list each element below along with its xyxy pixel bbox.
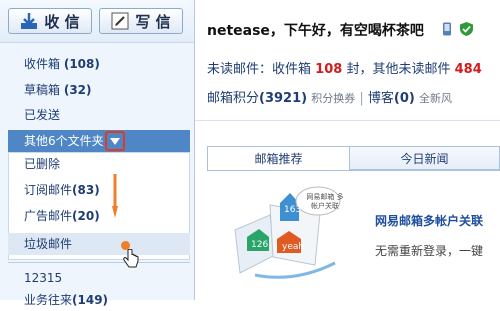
tab-news[interactable]: 今日新闻 — [350, 146, 500, 170]
score-value: (3921) — [259, 91, 308, 106]
main-panel: netease，下午好，有空喝杯茶吧 未读邮件：收件箱 108 封，其他未读邮件… — [195, 0, 500, 300]
triangle-down-icon — [110, 137, 120, 145]
folder-label: 广告邮件 — [24, 209, 73, 223]
promo-bubble-text: 网易邮箱 多帐户关联 — [306, 193, 344, 210]
folder-label: 收件箱 — [24, 57, 61, 71]
folder-deleted[interactable]: 已删除 — [8, 153, 190, 175]
score-summary: 邮箱积分(3921) 积分换券 | 博客(0) 全新风 — [207, 87, 452, 106]
promo-description: 无需重新登录，一键 — [375, 244, 484, 258]
folder-label: 已删除 — [24, 157, 61, 171]
other-folders-label: 其他6个文件夹 — [24, 134, 104, 148]
badge-126: 126 — [251, 240, 269, 250]
other-unread-link[interactable]: 其他未读邮件 — [372, 62, 450, 77]
folder-count: (108) — [63, 57, 100, 71]
badge-163: 163 — [284, 205, 302, 215]
other-unread-count: 484 — [454, 62, 482, 77]
promo-title[interactable]: 网易邮箱多帐户关联 — [375, 212, 483, 229]
hand-cursor-icon — [123, 249, 139, 268]
unit-text: 封， — [346, 62, 373, 77]
other-folders-toggle[interactable]: 其他6个文件夹 — [8, 130, 190, 152]
folder-sent[interactable]: 已发送 — [0, 104, 190, 126]
receive-mail-button[interactable]: 收 信 — [8, 8, 92, 34]
folder-spam[interactable]: 垃圾邮件 — [8, 233, 108, 255]
folder-count: (149) — [72, 293, 109, 307]
divider — [195, 120, 500, 121]
folder-12315[interactable]: 12315 — [0, 267, 190, 289]
folder-label: 业务往来 — [24, 293, 73, 307]
tab-recommend[interactable]: 邮箱推荐 — [207, 146, 350, 170]
folder-label: 已发送 — [24, 108, 61, 122]
pencil-icon — [111, 12, 129, 30]
down-arrow-icon — [112, 174, 118, 218]
folder-label: 垃圾邮件 — [24, 237, 73, 251]
expand-folders-button[interactable] — [105, 131, 125, 151]
unread-summary: 未读邮件：收件箱 108 封，其他未读邮件 484 — [207, 58, 482, 77]
folder-label: 草稿箱 — [24, 83, 61, 97]
folder-ads[interactable]: 广告邮件(20) — [8, 205, 108, 227]
status-icons — [442, 22, 473, 36]
inbox-unread-count: 108 — [315, 62, 343, 77]
folder-count: (20) — [72, 209, 100, 223]
download-icon — [21, 13, 38, 29]
folder-subscriptions[interactable]: 订阅邮件(83) — [8, 179, 108, 201]
compose-toolbar: 收 信 写 信 — [0, 0, 194, 43]
sidebar: 收 信 写 信 收件箱 (108) 草稿箱 (32) 已发送 其他6个文件夹 已… — [0, 0, 194, 307]
blog-sub: 全新风 — [419, 92, 452, 105]
unread-prefix: 未读邮件： — [207, 62, 273, 77]
folder-inbox[interactable]: 收件箱 (108) — [0, 53, 190, 75]
write-mail-button[interactable]: 写 信 — [99, 8, 183, 34]
badge-yeah: yeah — [282, 242, 305, 252]
blog-value: (0) — [393, 91, 415, 106]
folder-count: (32) — [63, 83, 92, 97]
receive-label: 收 信 — [44, 12, 80, 31]
folder-label: 12315 — [24, 271, 63, 285]
blog-link[interactable]: 博客 — [368, 91, 394, 106]
divider — [8, 262, 190, 263]
info-tabs: 邮箱推荐 今日新闻 — [207, 146, 500, 171]
folder-label: 订阅邮件 — [24, 183, 73, 197]
folder-drafts[interactable]: 草稿箱 (32) — [0, 79, 190, 101]
write-label: 写 信 — [135, 12, 171, 31]
separator: | — [359, 91, 364, 106]
shield-icon[interactable] — [460, 22, 473, 36]
score-exchange-link[interactable]: 积分换券 — [311, 92, 355, 105]
phone-icon[interactable] — [442, 22, 452, 36]
folder-business[interactable]: 业务往来(149) — [0, 289, 190, 311]
inbox-link[interactable]: 收件箱 — [272, 62, 311, 77]
greeting-text: netease，下午好，有空喝杯茶吧 — [207, 23, 424, 39]
folder-count: (83) — [72, 183, 100, 197]
score-label[interactable]: 邮箱积分 — [207, 91, 259, 106]
